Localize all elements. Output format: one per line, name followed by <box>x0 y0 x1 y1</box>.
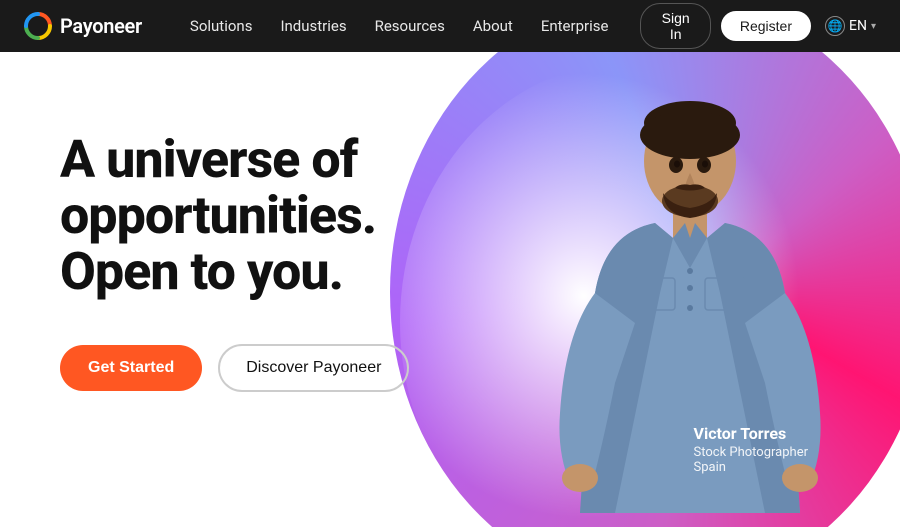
headline-line3: Open to you. <box>60 241 343 302</box>
nav-actions: Sign In Register 🌐 EN ▾ <box>640 3 876 49</box>
nav-item-enterprise[interactable]: Enterprise <box>541 17 609 35</box>
nav-item-industries[interactable]: Industries <box>280 17 346 35</box>
person-name: Victor Torres <box>694 424 808 445</box>
lang-code: EN <box>849 18 867 34</box>
globe-icon: 🌐 <box>825 16 845 36</box>
person-caption: Victor Torres Stock Photographer Spain <box>694 424 808 475</box>
signin-button[interactable]: Sign In <box>640 3 710 49</box>
hero-headline: A universe of opportunities. Open to you… <box>60 132 409 300</box>
person-country: Spain <box>694 460 808 475</box>
nav-item-resources[interactable]: Resources <box>375 17 445 35</box>
logo[interactable]: Payoneer <box>24 12 142 40</box>
nav-item-about[interactable]: About <box>473 17 513 35</box>
hero-content: A universe of opportunities. Open to you… <box>60 132 409 392</box>
navbar: Payoneer Solutions Industries Resources … <box>0 0 900 52</box>
person-title: Stock Photographer <box>694 445 808 460</box>
headline-line1: A universe of <box>60 129 357 190</box>
hero-buttons: Get Started Discover Payoneer <box>60 344 409 392</box>
logo-icon <box>24 12 52 40</box>
nav-links: Solutions Industries Resources About Ent… <box>190 17 609 35</box>
headline-line2: opportunities. <box>60 185 376 246</box>
hero-section: A universe of opportunities. Open to you… <box>0 52 900 527</box>
chevron-down-icon: ▾ <box>871 21 876 32</box>
get-started-button[interactable]: Get Started <box>60 345 202 391</box>
discover-button[interactable]: Discover Payoneer <box>218 344 409 392</box>
nav-item-solutions[interactable]: Solutions <box>190 17 253 35</box>
logo-text: Payoneer <box>60 14 142 38</box>
language-selector[interactable]: 🌐 EN ▾ <box>825 16 876 36</box>
register-button[interactable]: Register <box>721 11 811 41</box>
